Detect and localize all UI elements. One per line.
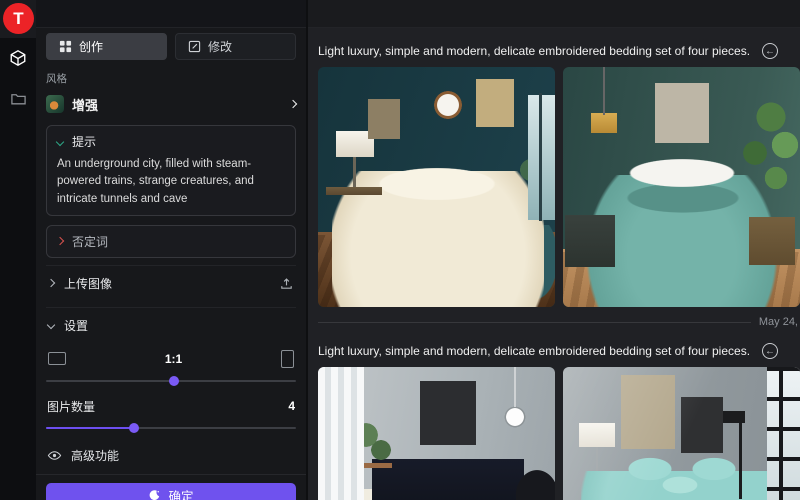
negative-prompt-label: 否定词 — [72, 233, 108, 250]
icon-rail: T — [0, 0, 36, 500]
reuse-prompt-icon[interactable]: ← — [762, 343, 778, 359]
advanced-features-label: 高级功能 — [71, 447, 119, 464]
upload-image-section[interactable]: 上传图像 — [46, 265, 296, 300]
prompt-section-header[interactable]: 提示 — [57, 133, 285, 150]
results-area: Light luxury, simple and modern, delicat… — [308, 0, 800, 500]
eye-icon — [47, 448, 62, 463]
prompt-input[interactable]: An underground city, filled with steam-p… — [57, 156, 285, 208]
landscape-ratio-icon[interactable] — [48, 352, 66, 365]
panel-top-strip — [36, 0, 306, 28]
main-top-strip — [308, 0, 800, 28]
image-count-label: 图片数量 — [47, 398, 95, 415]
generation-prompt-text: Light luxury, simple and modern, delicat… — [318, 344, 750, 358]
date-divider: May 24, — [318, 313, 800, 331]
aspect-ratio-slider[interactable] — [46, 374, 296, 388]
tab-modify-label: 修改 — [208, 38, 232, 55]
sidebar-item-models[interactable] — [0, 44, 36, 72]
settings-section[interactable]: 设置 — [46, 307, 296, 342]
cube-icon — [9, 49, 27, 67]
aspect-ratio-row: 1:1 — [46, 350, 296, 368]
chevron-right-icon — [289, 100, 297, 108]
results-feed: Light luxury, simple and modern, delicat… — [308, 28, 800, 500]
generated-image-card[interactable] — [563, 67, 800, 307]
reuse-prompt-icon[interactable]: ← — [762, 43, 778, 59]
tab-modify[interactable]: 修改 — [175, 33, 296, 60]
avatar[interactable]: T — [3, 3, 34, 34]
tab-create-label: 创作 — [79, 38, 103, 55]
settings-label: 设置 — [64, 317, 88, 334]
divider — [36, 474, 306, 475]
bedroom-image-cream-teal-wall — [318, 67, 555, 307]
style-selector[interactable]: 增强 — [46, 92, 296, 116]
style-thumbnail — [46, 95, 64, 113]
generation-prompt-row: Light luxury, simple and modern, delicat… — [318, 341, 800, 361]
upload-icon[interactable] — [279, 276, 294, 291]
style-value: 增强 — [72, 95, 282, 114]
chevron-right-icon — [56, 237, 64, 245]
tab-create[interactable]: 创作 — [46, 33, 167, 60]
chevron-down-icon — [47, 321, 55, 329]
advanced-features-toggle[interactable]: 高级功能 — [46, 447, 296, 464]
generated-image-card[interactable] — [318, 67, 555, 307]
confirm-button[interactable]: 确定 — [46, 483, 296, 500]
generation-prompt-row: Light luxury, simple and modern, delicat… — [318, 41, 800, 61]
image-count-slider[interactable] — [46, 421, 296, 435]
divider-line — [318, 322, 751, 323]
generation-prompt-text: Light luxury, simple and modern, delicat… — [318, 44, 750, 58]
slider-fill — [46, 427, 131, 430]
bedroom-image-aqua-bedding — [563, 367, 800, 500]
bedroom-image-teal-bedding — [563, 67, 800, 307]
folder-icon — [10, 90, 27, 107]
date-label: May 24, — [751, 316, 800, 328]
image-grid — [318, 67, 800, 307]
chevron-down-icon — [56, 137, 64, 145]
prompt-label: 提示 — [72, 133, 96, 150]
image-count-row: 图片数量 4 — [46, 398, 296, 415]
image-grid — [318, 367, 800, 500]
confirm-label: 确定 — [168, 486, 193, 500]
app-window: T — [0, 0, 800, 500]
slider-thumb[interactable] — [129, 423, 139, 433]
prompt-section[interactable]: 提示 An underground city, filled with stea… — [46, 125, 296, 216]
bedroom-image-white-navy — [318, 367, 555, 500]
style-section-label: 风格 — [46, 71, 296, 86]
portrait-ratio-icon[interactable] — [281, 350, 294, 368]
grid-icon — [59, 40, 72, 53]
slider-thumb[interactable] — [169, 376, 179, 386]
upload-image-label: 上传图像 — [64, 275, 112, 292]
edit-icon — [188, 40, 201, 53]
crescent-moon-icon — [148, 489, 161, 500]
control-panel: 创作 修改 风格 增强 提示 An underground city, — [36, 0, 308, 500]
sidebar-item-assets[interactable] — [0, 84, 36, 112]
generated-image-card[interactable] — [318, 367, 555, 500]
generated-image-card[interactable] — [563, 367, 800, 500]
image-count-value: 4 — [288, 399, 295, 413]
negative-prompt-header[interactable]: 否定词 — [57, 233, 285, 250]
mode-tabs: 创作 修改 — [46, 33, 296, 60]
chevron-right-icon — [47, 279, 55, 287]
negative-prompt-section[interactable]: 否定词 — [46, 225, 296, 258]
aspect-ratio-value: 1:1 — [165, 352, 182, 366]
